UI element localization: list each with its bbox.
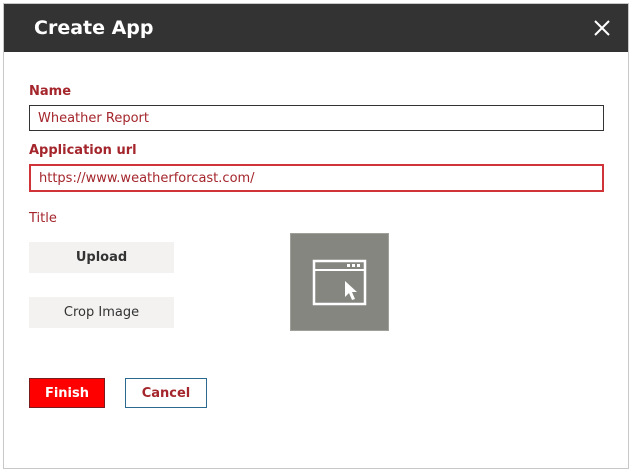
name-label: Name xyxy=(29,84,72,99)
crop-image-button[interactable]: Crop Image xyxy=(29,297,174,328)
close-icon[interactable] xyxy=(592,18,612,38)
title-label: Title xyxy=(29,211,57,226)
application-url-label: Application url xyxy=(29,143,137,158)
finish-button[interactable]: Finish xyxy=(29,378,105,408)
browser-window-cursor-icon xyxy=(312,259,367,306)
dialog-titlebar: Create App xyxy=(4,4,628,52)
create-app-dialog: Create App Name Application url Title Up… xyxy=(3,3,629,469)
name-input[interactable] xyxy=(29,105,604,131)
cancel-button[interactable]: Cancel xyxy=(125,378,207,408)
dialog-title: Create App xyxy=(34,17,154,39)
upload-button[interactable]: Upload xyxy=(29,242,174,273)
application-url-input[interactable] xyxy=(29,164,604,192)
image-preview xyxy=(290,233,389,331)
